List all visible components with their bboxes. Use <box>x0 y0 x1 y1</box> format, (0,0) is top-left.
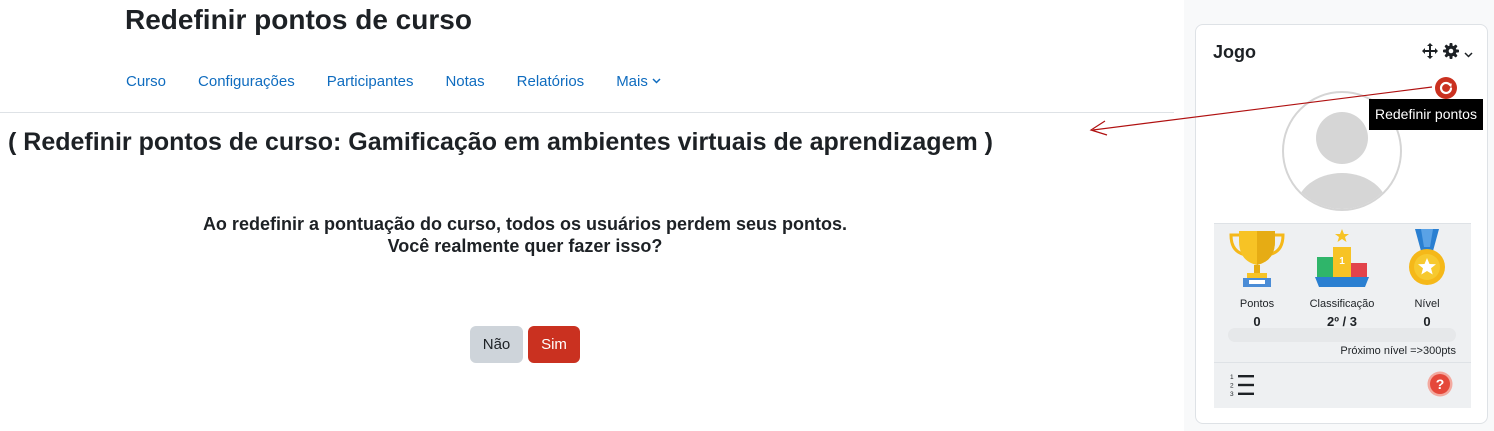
confirm-message-line1: Ao redefinir a pontuação do curso, todos… <box>202 214 848 234</box>
stat-level: Nível 0 <box>1384 227 1470 329</box>
confirm-message: Ao redefinir a pontuação do curso, todos… <box>0 213 1050 257</box>
stat-points-label: Pontos <box>1239 298 1275 310</box>
stat-level-label: Nível <box>1414 298 1440 310</box>
trophy-icon <box>1214 227 1300 296</box>
ranking-list-icon[interactable]: 1 2 3 <box>1229 373 1255 402</box>
confirm-message-line2: Você realmente quer fazer isso? <box>387 236 663 256</box>
page-title: Redefinir pontos de curso <box>125 4 472 35</box>
stats-panel: Pontos 0 1 Classificação 2º / 3 Nível 0 … <box>1214 223 1471 408</box>
block-title: Jogo <box>1213 42 1256 62</box>
nav-item-relatorios[interactable]: Relatórios <box>501 73 601 90</box>
nav-item-notas[interactable]: Notas <box>429 73 500 90</box>
chevron-down-icon <box>652 78 661 84</box>
secondary-navigation: Curso Configurações Participantes Notas … <box>110 64 677 98</box>
yes-button[interactable]: Sim <box>528 326 580 363</box>
podium-icon: 1 <box>1299 227 1385 296</box>
medal-icon <box>1384 227 1470 296</box>
nav-item-mais[interactable]: Mais <box>600 73 677 90</box>
game-block: Jogo Redefinir pontos Pontos 0 1 Classif… <box>1195 24 1488 424</box>
nav-divider <box>0 112 1174 113</box>
svg-text:1: 1 <box>1230 374 1234 381</box>
help-icon[interactable]: ? <box>1427 371 1453 402</box>
svg-text:?: ? <box>1436 376 1445 392</box>
stat-ranking-value: 2º / 3 <box>1326 314 1358 329</box>
level-progress-bar <box>1228 328 1456 342</box>
nav-item-mais-label: Mais <box>616 72 648 90</box>
reset-points-icon[interactable] <box>1435 77 1457 99</box>
gear-icon[interactable] <box>1443 43 1459 64</box>
move-icon[interactable] <box>1422 43 1438 64</box>
stat-ranking: 1 Classificação 2º / 3 <box>1299 227 1385 329</box>
chevron-down-icon[interactable] <box>1464 45 1473 63</box>
stat-level-value: 0 <box>1423 314 1431 329</box>
svg-text:3: 3 <box>1230 391 1234 397</box>
stat-ranking-label: Classificação <box>1309 298 1375 310</box>
stat-points-value: 0 <box>1253 314 1261 329</box>
nav-item-curso[interactable]: Curso <box>110 73 182 90</box>
next-level-label: Próximo nível =>300pts <box>1340 345 1456 357</box>
nav-item-participantes[interactable]: Participantes <box>311 73 430 90</box>
svg-text:2: 2 <box>1230 383 1234 390</box>
svg-text:1: 1 <box>1339 256 1345 267</box>
no-button[interactable]: Não <box>470 326 523 363</box>
stat-points: Pontos 0 <box>1214 227 1300 329</box>
block-controls <box>1422 43 1473 64</box>
reset-points-tooltip: Redefinir pontos <box>1369 99 1483 130</box>
nav-item-configuracoes[interactable]: Configurações <box>182 73 311 90</box>
stats-top-divider <box>1214 223 1471 224</box>
main-heading: ( Redefinir pontos de curso: Gamificação… <box>8 128 993 156</box>
stats-bottom-divider <box>1214 362 1471 363</box>
